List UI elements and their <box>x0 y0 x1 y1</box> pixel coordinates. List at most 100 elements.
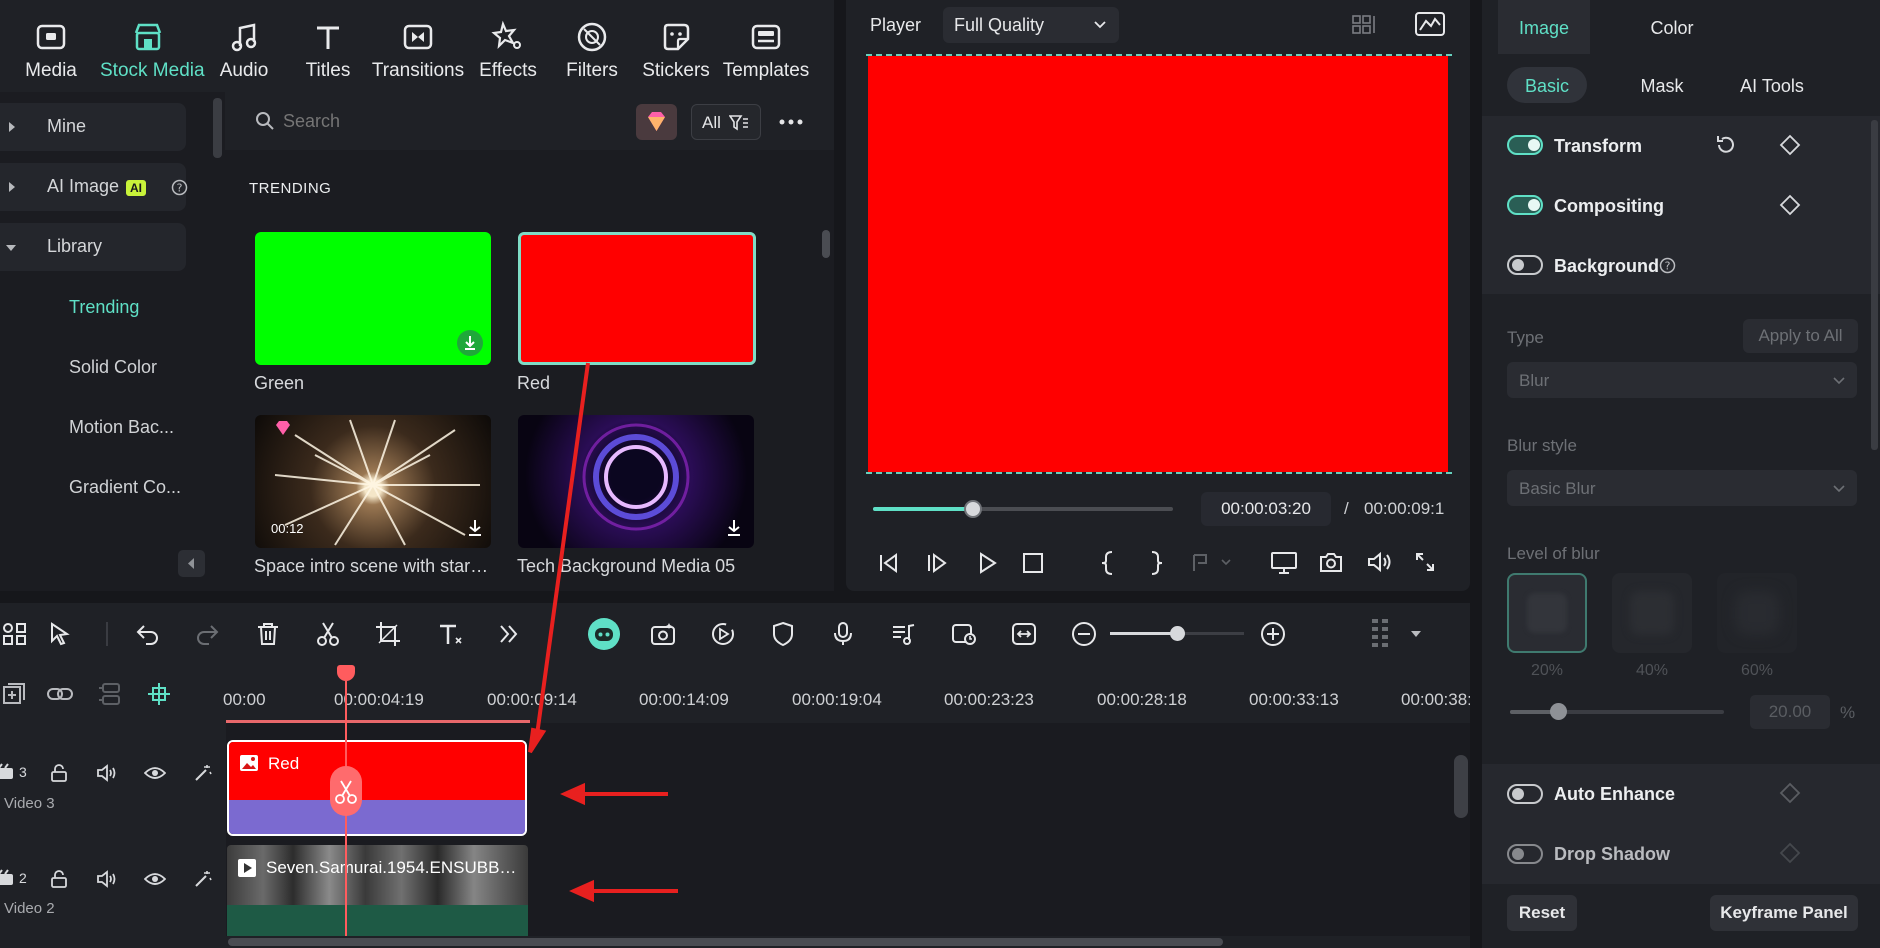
sidebar-item-library[interactable]: Library <box>0 223 186 271</box>
blur-level-60[interactable] <box>1717 573 1797 653</box>
group-icon[interactable] <box>97 681 123 707</box>
blur-level-input[interactable]: 20.00 <box>1750 695 1830 729</box>
library-item-motion-background[interactable]: Motion Bac... <box>69 417 174 438</box>
download-icon[interactable] <box>465 517 485 539</box>
current-time[interactable]: 00:00:03:20 <box>1201 492 1331 526</box>
ai-camera-icon[interactable] <box>649 620 677 648</box>
zoom-in-icon[interactable] <box>1259 620 1287 648</box>
library-item-trending[interactable]: Trending <box>69 297 139 318</box>
layout-grid-icon[interactable] <box>1 620 29 648</box>
fit-width-icon[interactable] <box>1010 620 1038 648</box>
blur-level-20[interactable] <box>1507 573 1587 653</box>
keyframe-panel-button[interactable]: Keyframe Panel <box>1710 895 1858 931</box>
play-icon[interactable] <box>975 551 999 575</box>
scissors-icon[interactable] <box>314 620 342 648</box>
zoom-out-icon[interactable] <box>1070 620 1098 648</box>
subtab-ai-tools[interactable]: AI Tools <box>1712 76 1832 97</box>
tab-media[interactable]: Media <box>4 20 98 90</box>
select-tool-icon[interactable] <box>47 620 75 648</box>
library-item-gradient-color[interactable]: Gradient Co... <box>69 477 181 498</box>
blur-level-40[interactable] <box>1612 573 1692 653</box>
split-clip-button[interactable] <box>330 766 362 816</box>
fullscreen-icon[interactable] <box>1414 551 1436 573</box>
tab-effects[interactable]: Effects <box>461 20 555 90</box>
sidebar-item-ai-image[interactable]: AI Image AI ? <box>0 163 188 211</box>
timeline-scroll-thumb[interactable] <box>228 938 1223 946</box>
filter-button[interactable]: All <box>691 104 761 140</box>
help-icon[interactable]: ? <box>1659 257 1676 274</box>
display-icon[interactable] <box>1270 550 1298 576</box>
help-icon[interactable]: ? <box>171 179 188 196</box>
caret-down-icon[interactable] <box>1410 629 1422 639</box>
tab-filters[interactable]: Filters <box>545 20 639 90</box>
tab-color[interactable]: Color <box>1627 18 1717 39</box>
scope-icon[interactable] <box>1414 11 1446 37</box>
blur-level-slider-knob[interactable] <box>1550 703 1567 720</box>
more-tools-icon[interactable] <box>495 620 523 648</box>
speaker-icon[interactable] <box>96 763 118 783</box>
download-icon[interactable] <box>724 517 744 539</box>
eye-icon[interactable] <box>144 764 166 782</box>
add-track-icon[interactable] <box>1 681 27 707</box>
snapshot-camera-icon[interactable] <box>1318 550 1344 574</box>
tab-stock-media[interactable]: Stock Media <box>100 20 205 90</box>
crop-icon[interactable] <box>374 620 402 648</box>
drag-handle-icon[interactable] <box>1369 617 1393 651</box>
tab-templates[interactable]: Templates <box>718 20 814 90</box>
tab-audio[interactable]: Audio <box>197 20 291 90</box>
text-tool-icon[interactable] <box>436 620 464 648</box>
drop-shadow-toggle[interactable] <box>1507 844 1543 864</box>
stop-icon[interactable] <box>1022 552 1044 574</box>
next-frame-icon[interactable] <box>925 551 949 575</box>
mark-in-icon[interactable] <box>1100 550 1116 576</box>
search-input[interactable] <box>283 106 573 136</box>
tab-image[interactable]: Image <box>1498 0 1590 54</box>
zoom-slider-knob[interactable] <box>1170 626 1185 641</box>
delete-icon[interactable] <box>254 620 282 648</box>
magnetic-snap-icon[interactable] <box>146 681 172 707</box>
compositing-toggle[interactable] <box>1507 195 1543 215</box>
keyframe-diamond-icon[interactable] <box>1779 194 1801 216</box>
collapse-sidebar-button[interactable] <box>178 550 205 577</box>
speaker-icon[interactable] <box>96 869 118 889</box>
smart-cutout-icon[interactable] <box>950 620 978 648</box>
sidebar-scrollbar[interactable] <box>213 98 222 158</box>
reset-icon[interactable] <box>1714 133 1738 157</box>
effect-wand-icon[interactable] <box>193 763 213 783</box>
clip-seven-samurai[interactable]: Seven.Samurai.1954.ENSUBBE... <box>227 845 528 945</box>
blur-style-dropdown[interactable]: Basic Blur <box>1507 470 1857 506</box>
blur-level-slider[interactable] <box>1510 703 1724 720</box>
tab-titles[interactable]: Titles <box>281 20 375 90</box>
quality-dropdown[interactable]: Full Quality <box>943 7 1119 43</box>
volume-icon[interactable] <box>1366 550 1394 574</box>
shield-mask-icon[interactable] <box>769 620 797 648</box>
premium-button[interactable] <box>636 104 677 140</box>
keyframe-diamond-icon[interactable] <box>1779 782 1801 804</box>
subtab-basic[interactable]: Basic <box>1507 67 1587 103</box>
preview-canvas[interactable] <box>868 56 1448 472</box>
media-scrollbar[interactable] <box>822 230 830 258</box>
grid-layout-icon[interactable] <box>1351 13 1381 37</box>
lock-icon[interactable] <box>49 763 69 783</box>
link-icon[interactable] <box>46 681 74 707</box>
eye-icon[interactable] <box>144 870 166 888</box>
media-item-space-intro[interactable]: 00:12 <box>255 415 491 548</box>
tab-stickers[interactable]: Stickers <box>629 20 723 90</box>
media-item-green[interactable] <box>255 232 491 365</box>
download-button[interactable] <box>457 330 483 356</box>
mark-out-icon[interactable] <box>1148 550 1164 576</box>
sidebar-item-mine[interactable]: Mine <box>0 103 186 151</box>
library-item-solid-color[interactable]: Solid Color <box>69 357 157 378</box>
media-item-red[interactable] <box>518 232 756 365</box>
apply-to-all-button[interactable]: Apply to All <box>1743 319 1858 353</box>
type-dropdown[interactable]: Blur <box>1507 362 1857 398</box>
playhead-knob[interactable] <box>964 500 982 518</box>
inspector-scrollbar[interactable] <box>1871 120 1878 450</box>
ai-copilot-button[interactable] <box>588 618 620 650</box>
background-toggle[interactable] <box>1507 255 1543 275</box>
media-item-tech-background[interactable] <box>518 415 754 548</box>
subtab-mask[interactable]: Mask <box>1617 76 1707 97</box>
microphone-icon[interactable] <box>829 620 857 648</box>
insert-dropdown-icon[interactable] <box>1190 551 1234 575</box>
auto-enhance-toggle[interactable] <box>1507 784 1543 804</box>
